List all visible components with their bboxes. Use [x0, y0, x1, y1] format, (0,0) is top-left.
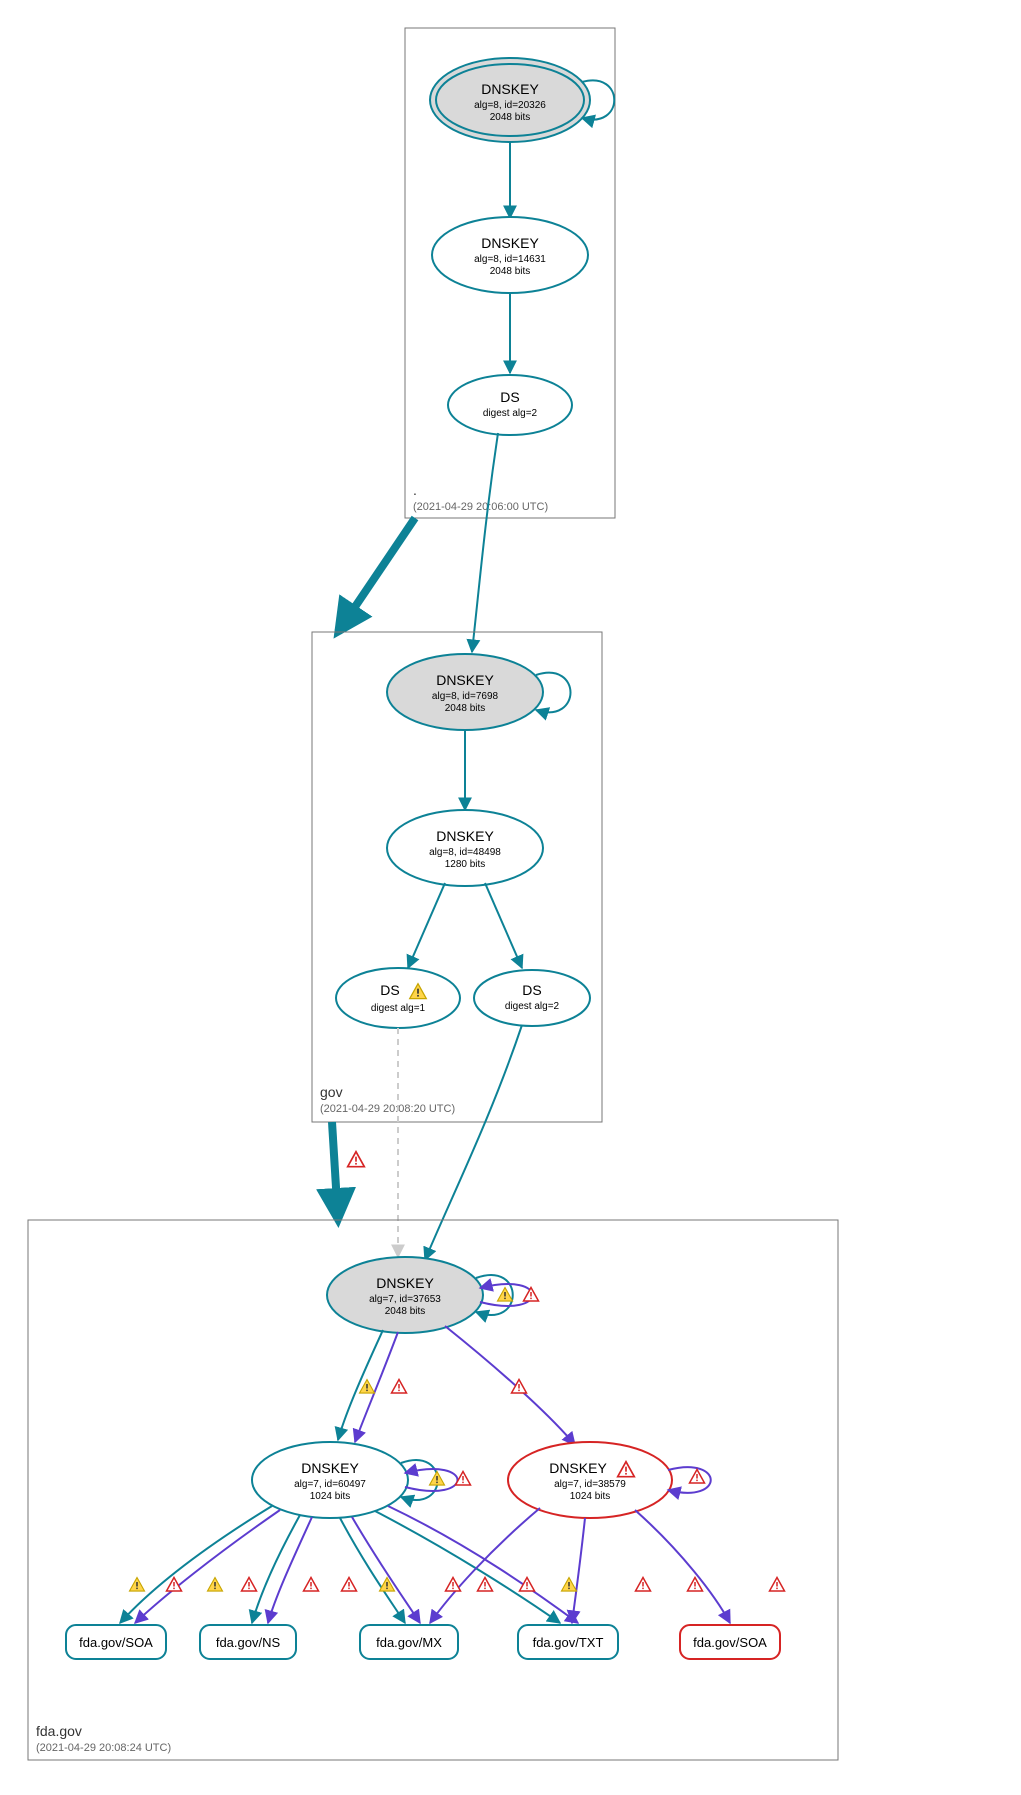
edge-gov-ds2-to-fda-ksk [425, 1025, 522, 1260]
rrset-mx[interactable]: fda.gov/MX [360, 1625, 458, 1659]
svg-text:alg=7, id=37653: alg=7, id=37653 [369, 1294, 441, 1305]
node-fda-zsk2[interactable]: DNSKEY alg=7, id=38579 1024 bits [508, 1442, 672, 1518]
node-gov-ds2[interactable]: DS digest alg=2 [474, 970, 590, 1026]
rrset-soa2[interactable]: fda.gov/SOA [680, 1625, 780, 1659]
svg-text:fda.gov/SOA: fda.gov/SOA [693, 1635, 767, 1650]
svg-text:alg=8, id=14631: alg=8, id=14631 [474, 254, 546, 265]
zone-fda: fda.gov (2021-04-29 20:08:24 UTC) DNSKEY… [28, 1220, 838, 1760]
edge-gov-zsk-to-ds2 [485, 883, 522, 968]
svg-text:1024 bits: 1024 bits [310, 1491, 351, 1502]
node-gov-ksk[interactable]: DNSKEY alg=8, id=7698 2048 bits [387, 654, 543, 730]
svg-text:alg=8, id=7698: alg=8, id=7698 [432, 691, 499, 702]
node-root-ksk[interactable]: DNSKEY alg=8, id=20326 2048 bits [430, 58, 590, 142]
warning-icon [360, 1380, 375, 1394]
warning-icon [430, 1472, 445, 1486]
svg-text:DNSKEY: DNSKEY [436, 672, 494, 688]
node-root-ds[interactable]: DS digest alg=2 [448, 375, 572, 435]
svg-text:DS: DS [500, 389, 519, 405]
svg-text:DNSKEY: DNSKEY [481, 81, 539, 97]
error-icon [690, 1470, 705, 1484]
error-icon [524, 1288, 539, 1302]
error-icon [342, 1578, 357, 1592]
warning-icon [208, 1578, 223, 1592]
node-root-zsk[interactable]: DNSKEY alg=8, id=14631 2048 bits [432, 217, 588, 293]
svg-text:2048 bits: 2048 bits [490, 266, 531, 277]
edge-gov-to-fda-zone [332, 1122, 338, 1220]
svg-text:DS: DS [522, 982, 541, 998]
edge-fda-ksk-to-zsk1-teal [338, 1330, 383, 1440]
svg-text:DS: DS [380, 982, 399, 998]
error-icon [392, 1380, 407, 1394]
svg-text:1024 bits: 1024 bits [570, 1491, 611, 1502]
svg-text:digest alg=1: digest alg=1 [371, 1003, 426, 1014]
error-icon [242, 1578, 257, 1592]
svg-text:digest alg=2: digest alg=2 [483, 408, 538, 419]
zone-gov: gov (2021-04-29 20:08:20 UTC) DNSKEY alg… [312, 632, 602, 1122]
svg-text:alg=7, id=60497: alg=7, id=60497 [294, 1479, 366, 1490]
svg-text:alg=8, id=48498: alg=8, id=48498 [429, 847, 501, 858]
svg-text:fda.gov/TXT: fda.gov/TXT [533, 1635, 604, 1650]
svg-text:fda.gov/SOA: fda.gov/SOA [79, 1635, 153, 1650]
node-gov-zsk[interactable]: DNSKEY alg=8, id=48498 1280 bits [387, 810, 543, 886]
edge-fda-zsk1-self-purple [405, 1469, 458, 1491]
svg-text:1280 bits: 1280 bits [445, 859, 486, 870]
svg-text:2048 bits: 2048 bits [445, 703, 486, 714]
zone-gov-label: gov [320, 1084, 343, 1100]
warning-icon [562, 1578, 577, 1592]
svg-text:DNSKEY: DNSKEY [376, 1275, 434, 1291]
rrset-soa1[interactable]: fda.gov/SOA [66, 1625, 166, 1659]
svg-text:alg=7, id=38579: alg=7, id=38579 [554, 1479, 626, 1490]
svg-text:2048 bits: 2048 bits [385, 1306, 426, 1317]
zone-root-timestamp: (2021-04-29 20:06:00 UTC) [413, 501, 548, 513]
zone-fda-label: fda.gov [36, 1723, 82, 1739]
edge-fda-zsk2-self-purple [668, 1467, 711, 1493]
rrset-ns[interactable]: fda.gov/NS [200, 1625, 296, 1659]
error-icon [446, 1578, 461, 1592]
error-icon [770, 1578, 785, 1592]
svg-text:fda.gov/NS: fda.gov/NS [216, 1635, 281, 1650]
svg-text:(2021-04-29 20:08:24 UTC): (2021-04-29 20:08:24 UTC) [36, 1742, 171, 1754]
svg-text:(2021-04-29 20:08:20 UTC): (2021-04-29 20:08:20 UTC) [320, 1103, 455, 1115]
error-icon [478, 1578, 493, 1592]
svg-text:DNSKEY: DNSKEY [549, 1460, 607, 1476]
rrset-txt[interactable]: fda.gov/TXT [518, 1625, 618, 1659]
error-icon [636, 1578, 651, 1592]
svg-text:alg=8, id=20326: alg=8, id=20326 [474, 100, 546, 111]
edge-root-ds-to-gov-ksk [472, 433, 498, 652]
svg-text:DNSKEY: DNSKEY [481, 235, 539, 251]
node-fda-zsk1[interactable]: DNSKEY alg=7, id=60497 1024 bits [252, 1442, 408, 1518]
edge-fda-ksk-to-zsk1-purple [355, 1332, 398, 1442]
warning-icon [130, 1578, 145, 1592]
svg-text:2048 bits: 2048 bits [490, 112, 531, 123]
warning-icon [498, 1288, 513, 1302]
svg-text:digest alg=2: digest alg=2 [505, 1001, 560, 1012]
node-gov-ds1[interactable]: DS digest alg=1 [336, 968, 460, 1028]
zone-root: . (2021-04-29 20:06:00 UTC) DNSKEY alg=8… [405, 28, 615, 518]
edge-gov-zsk-to-ds1 [408, 883, 445, 968]
svg-text:DNSKEY: DNSKEY [301, 1460, 359, 1476]
edge-root-to-gov-zone [338, 518, 415, 632]
error-icon [512, 1380, 527, 1394]
zone-root-label: . [413, 482, 417, 498]
svg-text:fda.gov/MX: fda.gov/MX [376, 1635, 442, 1650]
edge-fda-ksk-to-zsk2-purple [445, 1326, 575, 1445]
node-fda-ksk[interactable]: DNSKEY alg=7, id=37653 2048 bits [327, 1257, 483, 1333]
error-icon [348, 1152, 365, 1167]
svg-text:DNSKEY: DNSKEY [436, 828, 494, 844]
warning-icon [380, 1578, 395, 1592]
error-icon [304, 1578, 319, 1592]
